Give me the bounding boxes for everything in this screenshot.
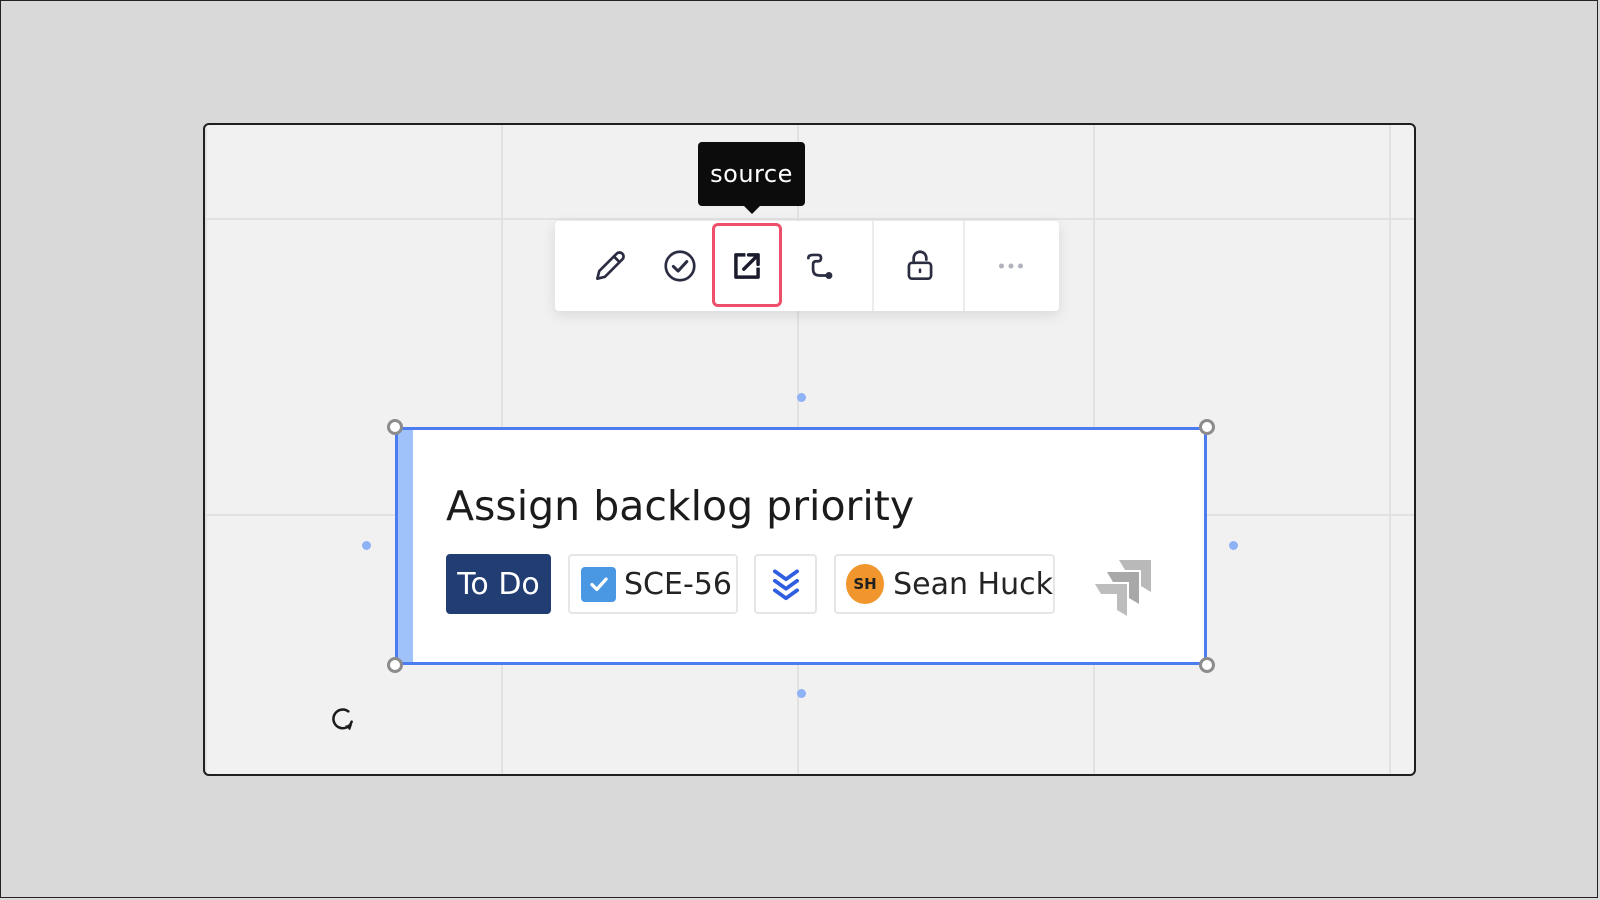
connector-icon: [806, 253, 833, 279]
mark-done-button[interactable]: [645, 221, 715, 311]
tooltip: source: [698, 142, 805, 214]
toolbar-separator: [963, 221, 965, 311]
resize-handle-top-right[interactable]: [1199, 419, 1215, 435]
connection-point-bottom[interactable]: [797, 689, 806, 698]
context-toolbar: [555, 221, 1059, 311]
assignee-name: Sean Huck: [893, 566, 1053, 602]
edit-button[interactable]: [575, 221, 645, 311]
issue-title: Assign backlog priority: [446, 482, 915, 530]
pencil-icon: [595, 251, 625, 281]
tooltip-text: source: [710, 160, 793, 188]
issue-key-chip[interactable]: SCE-56: [568, 554, 738, 614]
priority-chip[interactable]: [754, 554, 817, 614]
resize-handle-bottom-left[interactable]: [387, 657, 403, 673]
connection-point-top[interactable]: [797, 393, 806, 402]
more-icon: [998, 263, 1024, 269]
status-label: To Do: [457, 566, 540, 602]
card-accent-bar: [398, 430, 413, 662]
connection-point-right[interactable]: [1229, 541, 1238, 550]
resize-handle-bottom-right[interactable]: [1199, 657, 1215, 673]
status-badge[interactable]: To Do: [446, 554, 551, 614]
lock-button[interactable]: [880, 221, 960, 311]
jira-issue-card[interactable]: Assign backlog priority To Do SCE-56 SH …: [395, 427, 1207, 665]
toolbar-separator: [872, 221, 874, 311]
priority-lowest-icon: [772, 569, 799, 601]
open-external-icon: [734, 253, 760, 279]
jira-logo-icon: [1095, 560, 1151, 616]
task-checkbox-icon: [581, 566, 616, 602]
open-source-button[interactable]: [712, 221, 782, 311]
connect-button[interactable]: [785, 221, 857, 311]
connection-point-left[interactable]: [362, 541, 371, 550]
avatar: SH: [846, 564, 885, 604]
unlock-icon: [907, 250, 933, 281]
resize-handle-top-left[interactable]: [387, 419, 403, 435]
rotate-icon[interactable]: [327, 703, 359, 735]
more-button[interactable]: [967, 221, 1055, 311]
assignee-chip[interactable]: SH Sean Huck: [834, 554, 1055, 614]
whiteboard-canvas[interactable]: source Assign backlog priority To Do SCE…: [203, 123, 1416, 776]
check-circle-icon: [664, 250, 696, 282]
issue-key: SCE-56: [624, 566, 732, 602]
